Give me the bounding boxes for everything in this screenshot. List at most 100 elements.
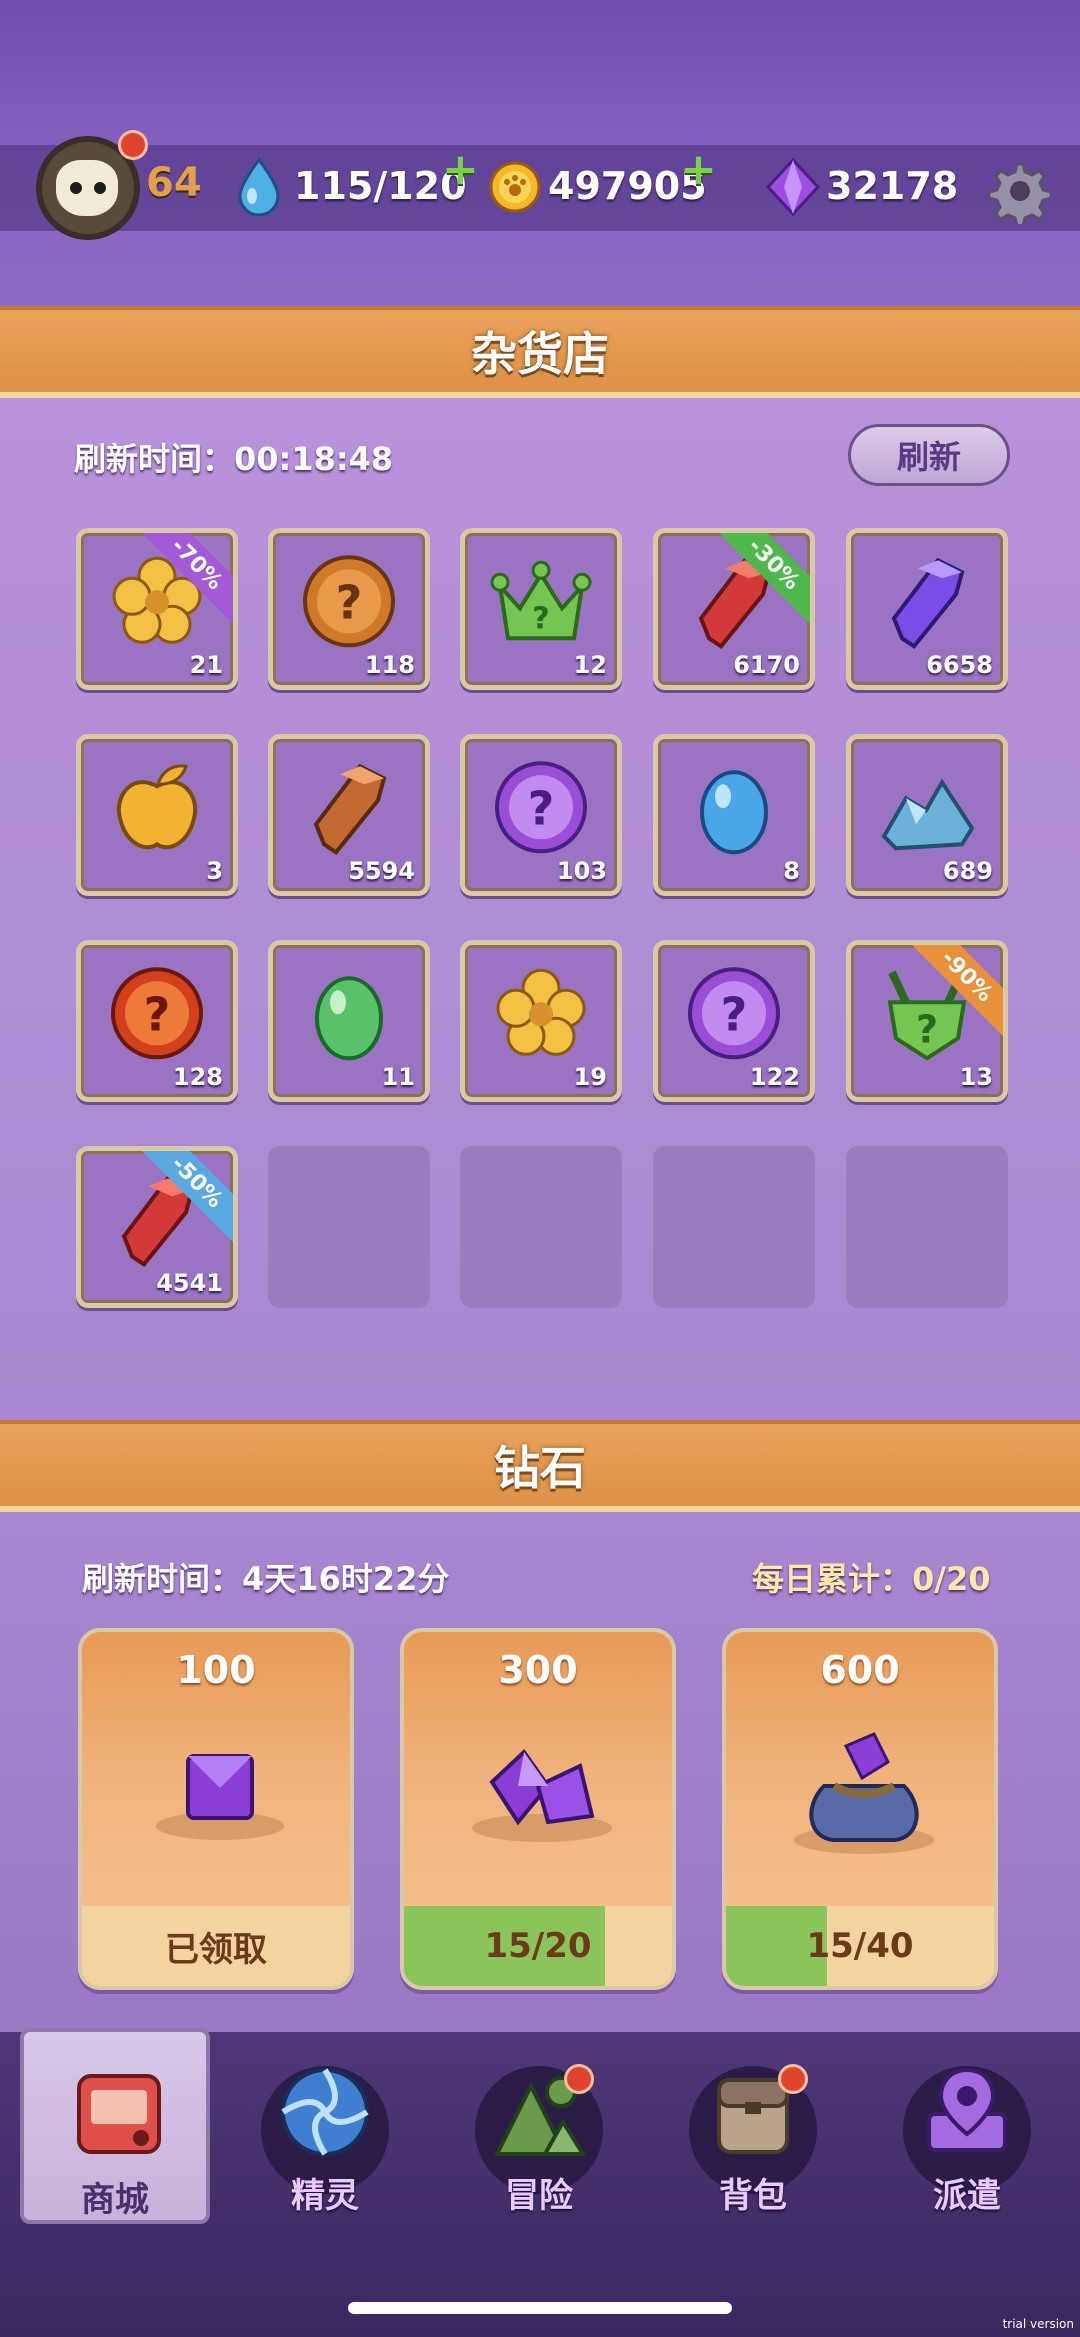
svg-text:?: ? <box>916 1007 938 1051</box>
diamond-pack-card[interactable]: 600 15/40 <box>722 1628 998 1990</box>
coin-icon <box>488 160 542 218</box>
shop-item-count: 21 <box>189 651 223 679</box>
shop-item-slot[interactable]: ? 118 <box>268 528 430 690</box>
energy-value: 115/120 <box>294 164 467 208</box>
svg-text:?: ? <box>721 987 748 1041</box>
gem-value: 32178 <box>826 164 959 208</box>
blue-egg-icon <box>679 752 789 866</box>
diamond-title: 钻石 <box>494 1441 586 1495</box>
green-egg-icon <box>294 958 404 1072</box>
diamond-pack-icon <box>462 1726 622 1850</box>
svg-text:?: ? <box>532 601 549 636</box>
shop-item-slot[interactable]: ? 103 <box>460 734 622 896</box>
diamond-pack-amount: 600 <box>820 1648 900 1692</box>
nav-tab[interactable]: 精灵 <box>230 2028 420 2224</box>
shop-item-slot[interactable]: ? 12 <box>460 528 622 690</box>
shop-refresh-button[interactable]: 刷新 <box>848 424 1010 486</box>
svg-text:?: ? <box>144 987 171 1041</box>
energy-drop-icon <box>236 157 282 220</box>
purple-mystery-orb-icon: ? <box>679 958 789 1072</box>
empty-shop-slot <box>268 1146 430 1308</box>
player-level: 64 <box>146 160 202 206</box>
shop-item-slot[interactable]: 21 -70% <box>76 528 238 690</box>
empty-shop-slot <box>460 1146 622 1308</box>
diamond-section-header: 钻石 <box>0 1420 1080 1512</box>
empty-shop-slot <box>653 1146 815 1308</box>
svg-text:?: ? <box>528 781 555 835</box>
nav-tab[interactable]: 商城 <box>20 2028 210 2224</box>
map-pin-icon <box>917 2062 1017 2166</box>
diamond-daily-total: 每日累计：0/20 <box>752 1560 991 1598</box>
shop-item-slot[interactable]: 3 <box>76 734 238 896</box>
shop-item-count: 11 <box>381 1063 415 1091</box>
nav-tab[interactable]: 背包 <box>658 2028 848 2224</box>
purple-crystal-icon <box>872 546 982 660</box>
shop-item-count: 6658 <box>926 651 993 679</box>
shop-refresh-time: 刷新时间：00:18:48 <box>74 440 394 478</box>
shop-item-count: 689 <box>942 857 993 885</box>
coin-add-button[interactable]: + <box>680 144 717 195</box>
shop-section-header: 杂货店 <box>0 306 1080 398</box>
energy-add-button[interactable]: + <box>442 144 479 195</box>
red-mystery-orb-icon: ? <box>102 958 212 1072</box>
shop-item-slot[interactable]: 5594 <box>268 734 430 896</box>
shop-item-slot[interactable]: 8 <box>653 734 815 896</box>
diamond-pack-status: 15/20 <box>484 1926 592 1966</box>
home-indicator <box>348 2302 732 2314</box>
svg-text:?: ? <box>336 575 363 629</box>
diamond-pack-card[interactable]: 300 15/20 <box>400 1628 676 1990</box>
diamond-pack-icon <box>784 1726 944 1860</box>
shop-item-slot[interactable]: 4541 -50% <box>76 1146 238 1308</box>
shop-item-count: 128 <box>172 1063 223 1091</box>
nav-tab-label: 背包 <box>719 2176 787 2216</box>
portal-icon <box>275 2062 375 2166</box>
nav-tab-label: 商城 <box>81 2180 149 2220</box>
shop-item-slot[interactable]: 11 <box>268 940 430 1102</box>
shop-item-count: 122 <box>749 1063 800 1091</box>
shop-item-count: 12 <box>573 651 607 679</box>
blue-ore-icon <box>872 752 982 866</box>
diamond-pack-amount: 100 <box>176 1648 256 1692</box>
nav-tab-label: 精灵 <box>291 2176 359 2216</box>
shop-icon <box>69 2066 169 2170</box>
purple-mystery-orb-icon: ? <box>486 752 596 866</box>
shop-item-count: 3 <box>206 857 223 885</box>
shop-item-slot[interactable]: 6170 -30% <box>653 528 815 690</box>
empty-shop-slot <box>846 1146 1008 1308</box>
green-crown-icon: ? <box>486 546 596 660</box>
nav-tab[interactable]: 冒险 <box>444 2028 634 2224</box>
shop-title: 杂货店 <box>471 327 609 381</box>
diamond-pack-status: 已领取 <box>165 1929 267 1970</box>
shop-item-slot[interactable]: 689 <box>846 734 1008 896</box>
shop-item-count: 8 <box>783 857 800 885</box>
nav-notification-dot <box>778 2064 808 2094</box>
shop-item-count: 19 <box>573 1063 607 1091</box>
diamond-pack-amount: 300 <box>498 1648 578 1692</box>
nav-tab-label: 派遣 <box>933 2176 1001 2216</box>
diamond-refresh-time: 刷新时间：4天16时22分 <box>82 1560 450 1598</box>
nav-tab-label: 冒险 <box>505 2176 573 2216</box>
shop-item-count: 103 <box>556 857 607 885</box>
gold-flower-icon <box>486 958 596 1072</box>
golden-apple-icon <box>102 752 212 866</box>
watermark: trial version <box>1002 2317 1074 2331</box>
shop-item-slot[interactable]: ? 13 -90% <box>846 940 1008 1102</box>
gem-icon <box>765 157 821 220</box>
diamond-pack-status: 15/40 <box>806 1926 914 1966</box>
diamond-pack-card[interactable]: 100 已领取 <box>78 1628 354 1990</box>
bronze-mystery-orb-icon: ? <box>294 546 404 660</box>
shop-item-count: 6170 <box>733 651 800 679</box>
bronze-crystal-icon <box>294 752 404 866</box>
shop-item-count: 4541 <box>156 1269 223 1297</box>
diamond-pack-icon <box>140 1726 300 1850</box>
shop-item-count: 13 <box>959 1063 993 1091</box>
settings-gear-icon[interactable] <box>984 158 1053 228</box>
nav-notification-dot <box>564 2064 594 2094</box>
shop-item-slot[interactable]: ? 128 <box>76 940 238 1102</box>
shop-item-slot[interactable]: 19 <box>460 940 622 1102</box>
shop-item-slot[interactable]: 6658 <box>846 528 1008 690</box>
shop-item-count: 5594 <box>348 857 415 885</box>
shop-item-slot[interactable]: ? 122 <box>653 940 815 1102</box>
nav-tab[interactable]: 派遣 <box>872 2028 1062 2224</box>
avatar-notification-dot <box>118 130 148 160</box>
